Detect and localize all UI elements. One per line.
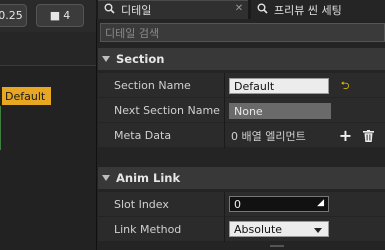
next-section-name-label: Next Section Name: [114, 104, 220, 117]
link-method-dropdown[interactable]: Absolute: [229, 221, 329, 237]
chevron-down-icon: [314, 228, 322, 233]
slot-index-spinbox[interactable]: 0 ◢: [229, 196, 329, 212]
section-chip[interactable]: Default: [2, 87, 51, 105]
magnifier-icon: [104, 3, 115, 17]
section-name-label: Section Name: [114, 79, 191, 92]
grid-snap-value: 0.25: [0, 9, 23, 22]
close-tab-icon[interactable]: ✕: [232, 2, 246, 16]
details-search-input[interactable]: 디테일 검색: [100, 23, 385, 42]
camera-icon: ■: [49, 9, 61, 22]
reset-to-default-icon[interactable]: ⮌: [338, 79, 352, 93]
tab-details[interactable]: 디테일: [98, 0, 248, 19]
tab-preview-scene-settings[interactable]: 프리뷰 씬 세팅: [251, 0, 385, 19]
trash-icon[interactable]: [361, 128, 376, 143]
section-name-field[interactable]: Default: [229, 78, 329, 94]
link-method-label: Link Method: [114, 223, 182, 236]
meta-data-label: Meta Data: [114, 129, 172, 142]
slot-index-value: 0: [234, 197, 241, 211]
camera-speed-value: 4: [63, 9, 71, 22]
search-placeholder: 디테일 검색: [105, 26, 160, 40]
column-divider[interactable]: [224, 192, 225, 242]
timeline-marker: [0, 106, 1, 150]
add-element-icon[interactable]: +: [338, 126, 353, 145]
category-section[interactable]: Section: [98, 48, 385, 70]
camera-speed-button[interactable]: ■ 4: [36, 4, 84, 27]
link-method-value: Absolute: [234, 222, 283, 236]
drag-handle-icon: ◢: [317, 198, 324, 208]
collapse-arrow-icon: [102, 56, 110, 62]
category-section-title: Section: [116, 52, 165, 66]
category-anim-link[interactable]: Anim Link: [98, 167, 385, 189]
column-divider[interactable]: [224, 73, 225, 148]
tab-details-label: 디테일: [121, 4, 152, 17]
scroll-grip[interactable]: [270, 245, 284, 247]
magnifier-icon: [257, 3, 268, 17]
grid-snap-value-button[interactable]: 0.25: [0, 4, 27, 27]
tab-preview-label: 프리뷰 씬 세팅: [274, 3, 342, 17]
meta-data-value: 0 배열 엘리먼트: [231, 129, 306, 143]
collapse-arrow-icon: [102, 175, 110, 181]
next-section-name-field[interactable]: None: [229, 103, 331, 119]
category-anim-link-title: Anim Link: [116, 171, 181, 185]
slot-index-label: Slot Index: [114, 198, 169, 211]
